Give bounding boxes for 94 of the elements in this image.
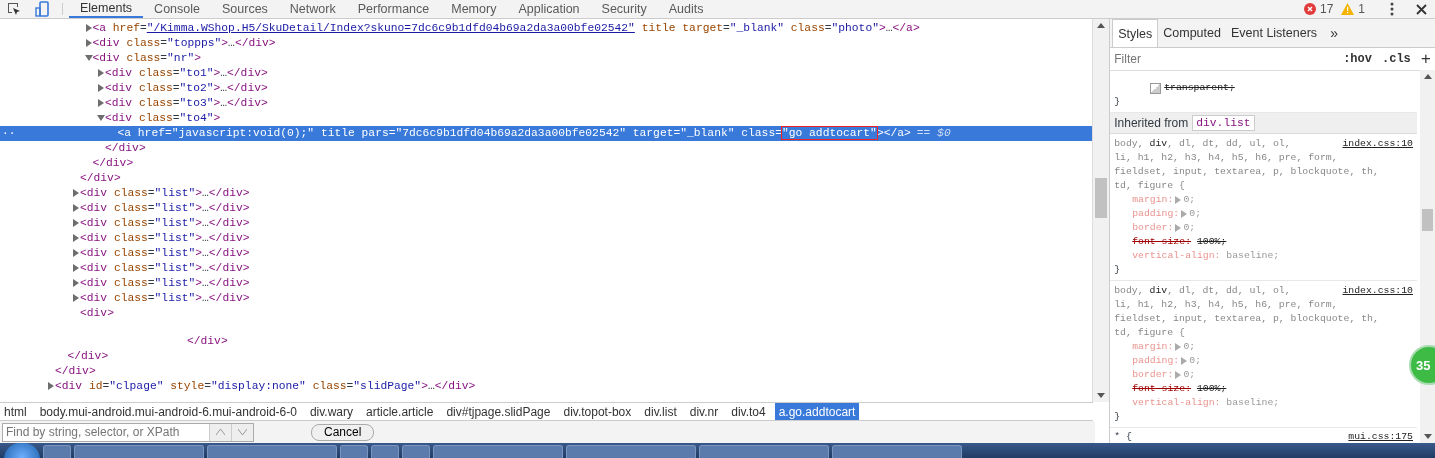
dom-node[interactable]: <div class="to1">…</div> <box>0 67 268 79</box>
collapsed-triangle-icon[interactable] <box>47 382 55 390</box>
breadcrumb[interactable]: div.nr <box>685 403 723 420</box>
breadcrumb[interactable]: body.mui-android.mui-android-6.mui-android-6-0 <box>35 403 301 420</box>
new-rule-button[interactable]: + <box>1420 49 1431 69</box>
dom-node[interactable]: <div class="nr"> <box>0 52 201 64</box>
closing-tag: </div> <box>0 350 109 362</box>
css-selector: td, figure { <box>1114 179 1185 193</box>
css-selector: body, div, dl, dt, dd, ul, ol, <box>1114 137 1291 151</box>
dom-node[interactable]: <div> <box>0 307 114 319</box>
pane-tab[interactable]: Event Listeners <box>1225 19 1323 47</box>
closing-tag: </div> <box>0 157 134 169</box>
css-selector: li, h1, h2, h3, h4, h5, h6, pre, form, <box>1114 298 1338 312</box>
css-selector: td, figure { <box>1114 326 1185 340</box>
dom-node[interactable]: <div id="clpage" style="display:none" class="slidPage">…</div> <box>0 380 476 392</box>
dom-node[interactable]: <div class="list">…</div> <box>0 262 250 274</box>
dom-node[interactable]: <div class="list">…</div> <box>0 292 250 304</box>
closing-tag: </div> <box>0 142 146 154</box>
dom-node[interactable]: <div class="list">…</div> <box>0 232 250 244</box>
css-value: transparent; <box>1164 81 1235 95</box>
panel-tab[interactable]: Audits <box>657 0 715 18</box>
closing-tag: </div> <box>0 335 228 347</box>
dom-node[interactable]: <div class="list">…</div> <box>0 247 250 259</box>
css-property: font-size: 100%; <box>1131 235 1228 249</box>
source-link[interactable]: index.css:10 <box>1342 284 1413 298</box>
css-selector: body, div, dl, dt, dd, ul, ol, <box>1114 284 1291 298</box>
breadcrumb[interactable]: div.topot-box <box>559 403 636 420</box>
css-property: margin: 0; <box>1131 340 1197 354</box>
dom-node[interactable]: <div class="to2">…</div> <box>0 82 268 94</box>
dom-node[interactable]: <div class="to4"> <box>0 112 221 124</box>
panel-tab[interactable]: Performance <box>346 0 441 18</box>
source-link[interactable]: mui.css:175 <box>1348 430 1413 443</box>
css-selector: li, h1, h2, h3, h4, h5, h6, pre, form, <box>1114 151 1338 165</box>
inspect-icon[interactable] <box>6 1 22 17</box>
error-count[interactable]: 17 <box>1319 2 1334 16</box>
dom-node[interactable]: <div class="to3">…</div> <box>0 97 268 109</box>
scrollbar[interactable] <box>1092 19 1110 402</box>
error-icon[interactable] <box>1303 3 1316 15</box>
device-icon[interactable] <box>35 1 49 17</box>
breadcrumb[interactable]: div.wary <box>305 403 358 420</box>
color-swatch[interactable] <box>1150 82 1162 94</box>
dom-node[interactable]: <div class="list">…</div> <box>0 202 250 214</box>
closing-brace: } <box>1114 263 1121 277</box>
more-tabs-button[interactable]: » <box>1322 19 1346 47</box>
closing-tag: </div> <box>0 365 96 377</box>
css-selector: * { <box>1114 430 1132 443</box>
warning-count[interactable]: 1 <box>1358 2 1365 16</box>
panel-tab[interactable]: Console <box>143 0 211 18</box>
css-selector: fieldset, input, textarea, p, blockquote, th, <box>1114 312 1379 326</box>
closing-brace: } <box>1114 410 1121 424</box>
pane-tab[interactable]: Computed <box>1158 19 1226 47</box>
css-property: vertical-align: baseline; <box>1131 396 1281 410</box>
css-property: margin: 0; <box>1131 193 1197 207</box>
caret-up-icon <box>216 429 225 435</box>
dom-node[interactable]: <div class="list">…</div> <box>0 217 250 229</box>
css-property: border: 0; <box>1131 368 1197 382</box>
breadcrumb[interactable]: div.to4 <box>727 403 770 420</box>
inherited-label: Inherited from <box>1114 116 1189 130</box>
breadcrumb[interactable]: article.article <box>362 403 438 420</box>
close-icon[interactable] <box>1416 3 1427 15</box>
panel-tab[interactable]: Application <box>507 0 591 18</box>
panel-tab[interactable]: Memory <box>440 0 508 18</box>
panel-tab[interactable]: Elements <box>69 0 144 18</box>
css-property: font-size: 100%; <box>1131 382 1228 396</box>
closing-tag: </div> <box>0 172 121 184</box>
source-link[interactable]: index.css:10 <box>1342 137 1413 151</box>
closing-brace: } <box>1114 95 1121 109</box>
expanded-triangle-icon[interactable] <box>84 54 93 62</box>
panel-tab[interactable]: Sources <box>211 0 279 18</box>
breadcrumb[interactable]: html <box>0 403 31 420</box>
ellipsis-marker[interactable]: ·· <box>2 126 16 141</box>
expanded-triangle-icon[interactable] <box>97 114 105 122</box>
dom-node[interactable]: <div class="list">…</div> <box>0 277 250 289</box>
caret-down-icon <box>238 429 247 435</box>
css-property: border: 0; <box>1131 221 1197 235</box>
panel-tab[interactable]: Network <box>278 0 347 18</box>
css-property: padding: 0; <box>1131 354 1203 368</box>
css-property: vertical-align: baseline; <box>1131 249 1281 263</box>
dom-node[interactable]: <a href="/Kimma.WShop.H5/SkuDetail/Index?skuno=7dc6c9b1dfd04b69a2da3a00bfe02542" title target="_blank" class="photo">…</a> <box>0 22 920 34</box>
dom-node[interactable]: <div class="toppps">…</div> <box>0 37 276 49</box>
more-options-icon[interactable] <box>1390 2 1394 16</box>
breadcrumb[interactable]: a.go.addtocart <box>774 403 860 420</box>
class-button[interactable]: .cls <box>1382 52 1411 66</box>
pane-tab[interactable]: Styles <box>1112 19 1159 47</box>
breadcrumb[interactable]: div.list <box>640 403 681 420</box>
breadcrumb[interactable]: div#tjpage.slidPage <box>442 403 555 420</box>
panel-tab[interactable]: Security <box>590 0 658 18</box>
inherited-source-link[interactable]: div.list <box>1192 115 1255 131</box>
cancel-button[interactable]: Cancel <box>311 423 375 441</box>
start-button[interactable] <box>4 443 40 458</box>
css-property: padding: 0; <box>1131 207 1203 221</box>
css-selector: fieldset, input, textarea, p, blockquote, th, <box>1114 165 1379 179</box>
dom-node[interactable]: <div class="list">…</div> <box>0 187 250 199</box>
hover-state-button[interactable]: :hov <box>1343 52 1372 66</box>
